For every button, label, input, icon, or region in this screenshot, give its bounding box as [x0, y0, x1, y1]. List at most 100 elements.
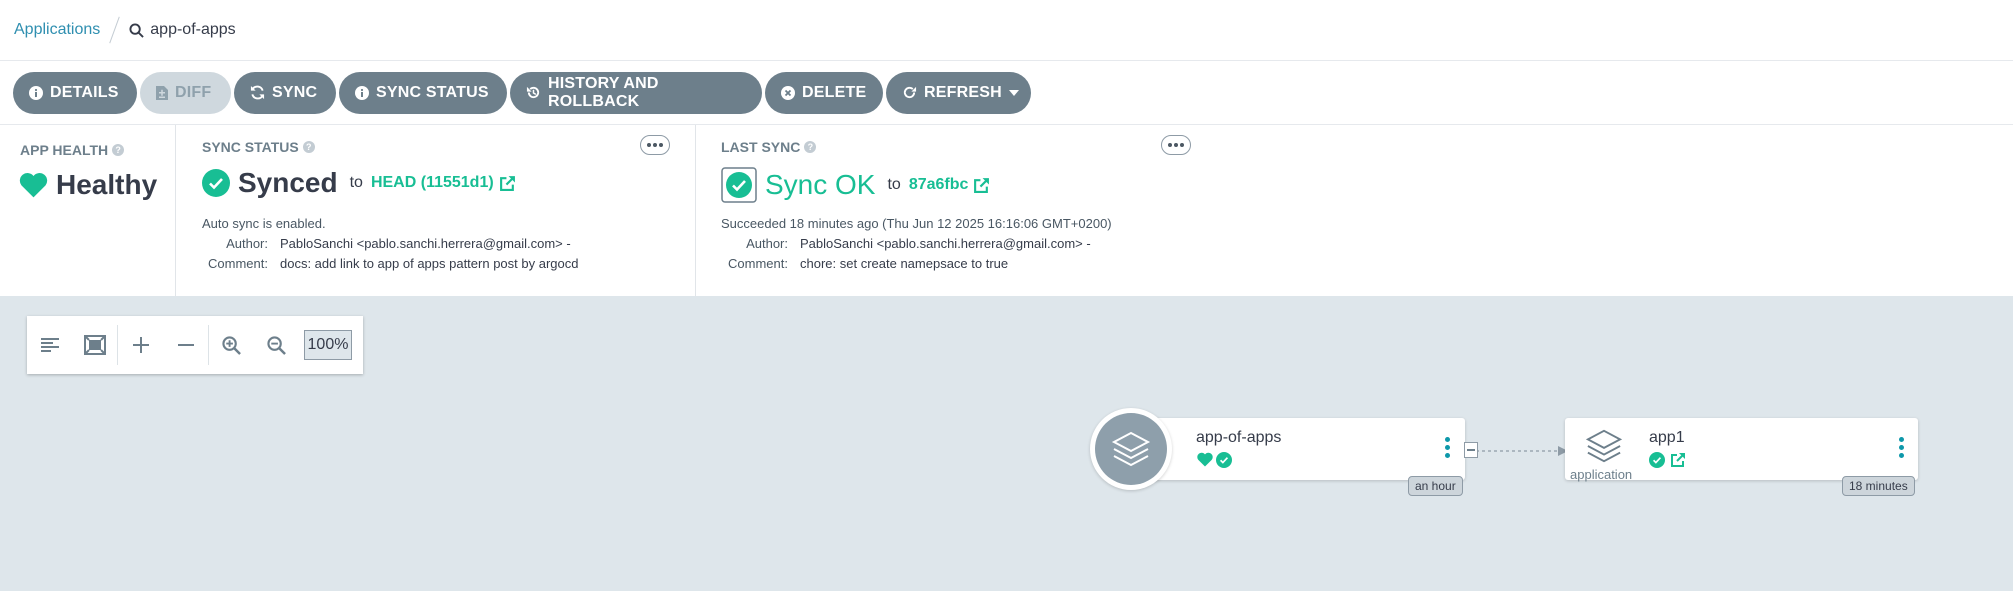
sync-button-label: SYNC [272, 83, 318, 101]
app-health-status: Healthy [19, 169, 157, 201]
root-node-age-badge: an hour [1408, 476, 1463, 496]
refresh-button-label: REFRESH [924, 83, 1002, 101]
history-icon [526, 86, 540, 99]
root-node-status [1197, 452, 1232, 468]
app-toolbar: DETAILS DIFF SYNC SYNC STATUS HISTORY AN… [0, 61, 2013, 125]
sync-to-text: to [349, 174, 363, 191]
caret-down-icon [1008, 89, 1019, 96]
app-health-title-text: APP HEALTH [20, 142, 109, 158]
help-icon[interactable]: ? [302, 141, 315, 153]
layers-icon [1111, 431, 1151, 467]
expand-all-button[interactable] [118, 337, 163, 353]
last-sync-title: LAST SYNC ? [721, 139, 817, 155]
auto-sync-text: Auto sync is enabled. [202, 216, 326, 231]
child-node-menu-button[interactable] [1899, 437, 1904, 458]
resource-graph-canvas[interactable]: 100% app-of-apps an hour application app… [0, 296, 2013, 591]
child-node-age-badge: 18 minutes [1842, 476, 1915, 496]
zoom-out-button[interactable] [254, 335, 299, 355]
help-icon[interactable]: ? [112, 144, 125, 156]
sync-author-row: Author: PabloSanchi <pablo.sanchi.herrer… [188, 236, 571, 251]
sync-status-text: Synced [238, 167, 338, 198]
comment-label: Comment: [728, 256, 788, 271]
child-node-name: app1 [1649, 429, 1685, 446]
sync-revision-link[interactable]: HEAD (11551d1) [371, 174, 516, 192]
last-sync-succeeded-text: Succeeded 18 minutes ago (Thu Jun 12 202… [721, 216, 1112, 231]
sync-status-section: SYNC STATUS ? Synced to HEAD (11551d1) A… [175, 125, 696, 296]
author-label: Author: [226, 236, 268, 251]
root-node-menu-button[interactable] [1445, 437, 1450, 458]
refresh-button[interactable]: REFRESH [886, 71, 1031, 114]
last-sync-title-text: LAST SYNC [721, 139, 801, 155]
breadcrumb-separator [109, 16, 121, 44]
last-sync-status: Sync OK to 87a6fbc [721, 167, 990, 203]
last-sync-text: Sync OK [765, 169, 876, 200]
external-link-icon[interactable] [1670, 452, 1686, 468]
breadcrumb-current: app-of-apps [129, 21, 236, 39]
last-sync-revision-link[interactable]: 87a6fbc [909, 176, 991, 194]
comment-label: Comment: [208, 256, 268, 271]
child-app-node[interactable]: application app1 18 minutes [1565, 418, 1918, 496]
history-rollback-button-label: HISTORY AND ROLLBACK [548, 74, 659, 110]
last-sync-more-button[interactable] [1161, 135, 1191, 155]
sync-comment-row: Comment: docs: add link to app of apps p… [188, 256, 578, 271]
check-circle-icon [721, 167, 757, 203]
sync-status-title-text: SYNC STATUS [202, 139, 299, 155]
sync-revision-text: HEAD (11551d1) [370, 174, 494, 191]
author-value: PabloSanchi <pablo.sanchi.herrera@gmail.… [800, 236, 1091, 251]
diff-button[interactable]: DIFF [140, 71, 231, 114]
breadcrumb-app-name: app-of-apps [150, 21, 236, 38]
info-icon [355, 85, 369, 100]
heart-icon [19, 173, 48, 198]
minus-icon [177, 344, 194, 346]
delete-button-label: DELETE [802, 83, 867, 101]
author-value: PabloSanchi <pablo.sanchi.herrera@gmail.… [280, 236, 571, 251]
last-sync-comment-row: Comment: chore: set create namepsace to … [708, 256, 1008, 271]
details-button[interactable]: DETAILS [13, 71, 137, 114]
root-node-name: app-of-apps [1196, 429, 1282, 446]
graph-toolbar: 100% [27, 316, 363, 374]
info-icon [29, 85, 43, 100]
external-link-icon [499, 175, 515, 191]
collapse-all-button[interactable] [163, 337, 208, 353]
status-panel: APP HEALTH ? Healthy SYNC STATUS ? Synce… [0, 125, 2013, 297]
plus-icon [132, 337, 149, 353]
details-button-label: DETAILS [50, 83, 119, 101]
search-icon [129, 22, 145, 38]
minus-icon [1467, 449, 1475, 451]
app-health-text: Healthy [56, 169, 158, 200]
external-link-icon [974, 177, 990, 193]
last-sync-revision-text: 87a6fbc [908, 176, 969, 193]
help-icon[interactable]: ? [804, 141, 817, 153]
layers-icon [1585, 429, 1623, 463]
breadcrumb: Applications app-of-apps [0, 0, 2013, 61]
sync-status-title: SYNC STATUS ? [202, 139, 315, 155]
file-diff-icon [156, 85, 168, 100]
sync-button[interactable]: SYNC [234, 71, 336, 114]
last-sync-author-row: Author: PabloSanchi <pablo.sanchi.herrer… [708, 236, 1091, 251]
delete-button[interactable]: DELETE [765, 71, 883, 114]
graph-edge [1476, 446, 1568, 456]
sync-status-button[interactable]: SYNC STATUS [339, 71, 507, 114]
sync-status-button-label: SYNC STATUS [376, 83, 489, 101]
heart-icon [1197, 452, 1213, 467]
breadcrumb-applications-link[interactable]: Applications [14, 21, 100, 39]
last-sync-to-text: to [887, 176, 901, 193]
refresh-icon [903, 86, 917, 99]
tree-view-button[interactable] [27, 337, 72, 353]
sync-icon [250, 85, 265, 100]
sync-status-more-button[interactable] [640, 135, 670, 155]
comment-value: chore: set create namepsace to true [800, 256, 1009, 271]
collapse-toggle[interactable] [1464, 442, 1478, 458]
zoom-in-button[interactable] [209, 335, 254, 355]
sync-status-status: Synced to HEAD (11551d1) [202, 167, 516, 199]
comment-value: docs: add link to app of apps pattern po… [280, 256, 579, 271]
author-label: Author: [746, 236, 788, 251]
child-node-kind: application [1570, 467, 1633, 482]
zoom-out-icon [267, 335, 286, 355]
history-rollback-button[interactable]: HISTORY AND ROLLBACK [510, 71, 762, 114]
fit-view-button[interactable] [72, 335, 117, 355]
fit-screen-icon [83, 335, 106, 355]
app-health-section: APP HEALTH ? Healthy [0, 125, 175, 296]
zoom-level-input[interactable]: 100% [304, 330, 352, 360]
check-circle-icon [1649, 452, 1665, 468]
